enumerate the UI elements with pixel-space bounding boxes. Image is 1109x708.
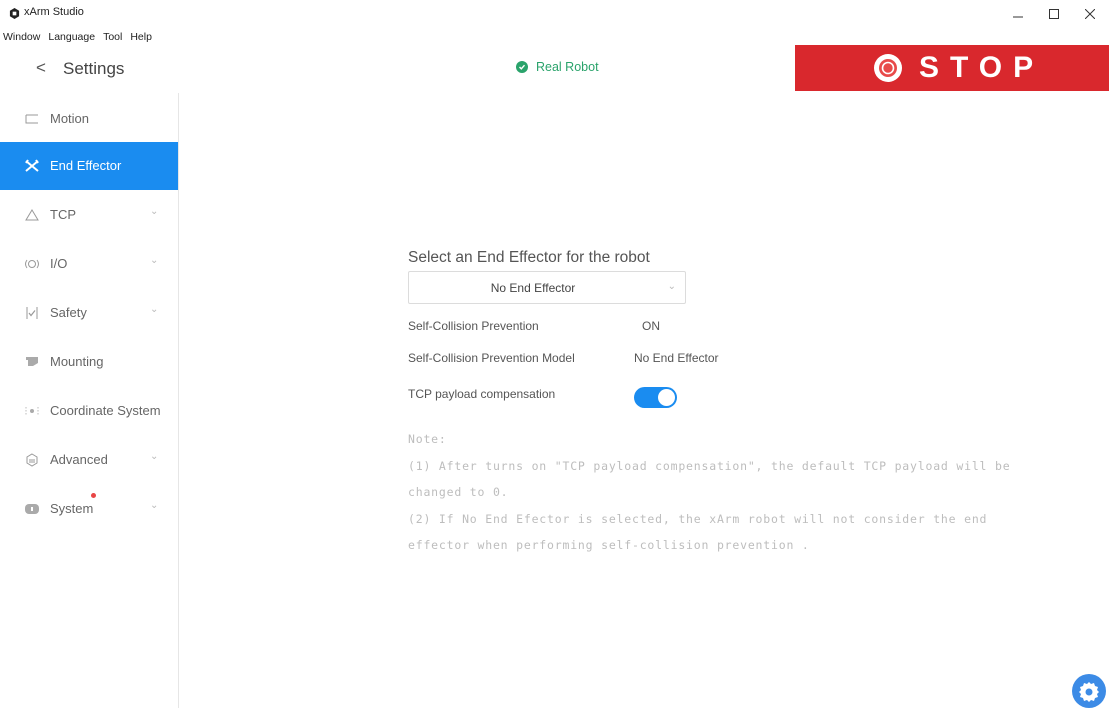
advanced-icon xyxy=(26,453,38,467)
motion-icon xyxy=(25,114,38,124)
menu-bar: Window Language Tool Help xyxy=(0,31,153,45)
menu-help[interactable]: Help xyxy=(129,31,153,45)
end-effector-icon xyxy=(25,159,39,172)
note-line: (2) If No End Efector is selected, the x… xyxy=(408,512,988,526)
page-title: Settings xyxy=(63,59,125,78)
sidebar-item-label: Motion xyxy=(50,111,90,126)
sidebar-item-mounting[interactable]: Mounting xyxy=(0,338,178,386)
chevron-down-icon: ⌄ xyxy=(150,206,159,217)
status-text: Real Robot xyxy=(536,60,599,74)
chevron-down-icon: ⌄ xyxy=(150,255,159,266)
chevron-down-icon: ⌄ xyxy=(150,304,159,315)
self-collision-model-label: Self-Collision Prevention Model xyxy=(408,351,575,365)
select-value: No End Effector xyxy=(490,281,576,295)
sidebar-item-label: Mounting xyxy=(50,354,104,369)
connection-status: Real Robot xyxy=(516,60,599,74)
back-button[interactable]: < xyxy=(36,58,46,78)
self-collision-model-value: No End Effector xyxy=(634,351,719,365)
io-icon xyxy=(25,259,39,269)
sidebar-item-label: End Effector xyxy=(50,158,122,173)
settings-fab[interactable] xyxy=(1072,674,1106,708)
mounting-icon xyxy=(26,357,38,366)
sidebar-item-tcp[interactable]: TCP ⌄ xyxy=(0,191,178,239)
sidebar-item-coordinate-system[interactable]: Coordinate System xyxy=(0,387,178,435)
maximize-button[interactable] xyxy=(1040,4,1068,24)
gear-icon xyxy=(1079,682,1099,702)
coordinate-icon xyxy=(25,407,39,415)
close-button[interactable] xyxy=(1076,4,1104,24)
sidebar-item-label: Advanced xyxy=(50,452,108,467)
sidebar-item-end-effector[interactable]: End Effector xyxy=(0,142,178,190)
menu-window[interactable]: Window xyxy=(2,31,41,45)
xarm-logo-icon xyxy=(9,8,20,19)
app-title: xArm Studio xyxy=(24,6,84,18)
stop-button[interactable]: STOP xyxy=(795,45,1109,91)
tcp-payload-compensation-label: TCP payload compensation xyxy=(408,387,556,401)
chevron-down-icon: ⌄ xyxy=(150,500,159,511)
self-collision-value: ON xyxy=(642,319,660,333)
sidebar-item-label: Coordinate System xyxy=(50,403,161,418)
chevron-down-icon: ⌄ xyxy=(150,451,159,462)
sidebar-item-label: Safety xyxy=(50,305,87,320)
sidebar-item-safety[interactable]: Safety ⌄ xyxy=(0,289,178,337)
stop-label: STOP xyxy=(919,51,1045,84)
settings-sidebar: Motion End Effector TCP ⌄ I/O ⌄ Safety ⌄… xyxy=(0,93,179,708)
section-heading: Select an End Effector for the robot xyxy=(408,249,650,266)
note-line: changed to 0. xyxy=(408,485,509,499)
note-title: Note: xyxy=(408,432,447,446)
minimize-button[interactable] xyxy=(1004,4,1032,24)
sidebar-item-motion[interactable]: Motion xyxy=(0,95,178,143)
minimize-icon xyxy=(1013,16,1023,18)
sidebar-item-label: TCP xyxy=(50,207,76,222)
close-icon xyxy=(1085,9,1095,19)
sidebar-item-system[interactable]: System ⌄ xyxy=(0,485,178,533)
sidebar-item-label: I/O xyxy=(50,256,68,271)
notification-dot xyxy=(91,493,96,498)
note-line: effector when performing self-collision … xyxy=(408,538,810,552)
sidebar-item-label: System xyxy=(50,501,94,516)
maximize-icon xyxy=(1049,9,1059,19)
self-collision-label: Self-Collision Prevention xyxy=(408,319,539,333)
title-bar: xArm Studio xyxy=(0,0,1109,31)
check-circle-icon xyxy=(516,61,528,73)
menu-language[interactable]: Language xyxy=(47,31,96,45)
sidebar-item-io[interactable]: I/O ⌄ xyxy=(0,240,178,288)
tcp-icon xyxy=(25,209,39,221)
chevron-down-icon: ⌄ xyxy=(667,281,676,292)
end-effector-select[interactable]: No End Effector ⌄ xyxy=(408,271,686,304)
tcp-payload-compensation-toggle[interactable] xyxy=(634,387,677,408)
toggle-knob xyxy=(658,389,675,406)
system-icon xyxy=(25,504,39,514)
safety-icon xyxy=(26,307,38,319)
menu-tool[interactable]: Tool xyxy=(102,31,123,45)
sidebar-item-advanced[interactable]: Advanced ⌄ xyxy=(0,436,178,484)
stop-power-icon xyxy=(874,54,902,82)
note-line: (1) After turns on "TCP payload compensa… xyxy=(408,459,1011,473)
